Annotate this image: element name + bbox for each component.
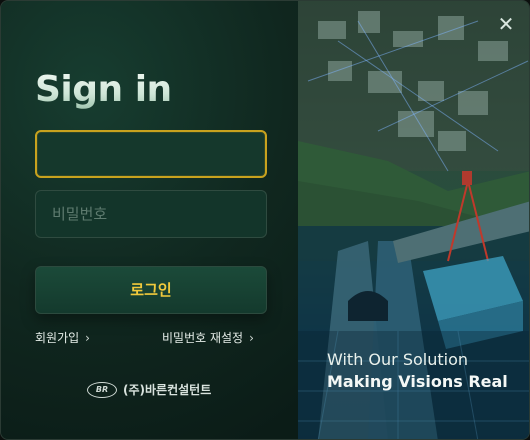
- company-brand: BR (주)바른컨설턴트: [87, 381, 211, 398]
- reset-password-link[interactable]: 비밀번호 재설정 ›: [162, 329, 254, 346]
- login-panel: Sign in 로그인 회원가입 › 비밀번호 재설정 › BR (주)바른컨설턴트: [1, 1, 298, 439]
- password-field[interactable]: [35, 190, 267, 238]
- login-window: Sign in 로그인 회원가입 › 비밀번호 재설정 › BR (주)바른컨설턴트: [0, 0, 530, 440]
- signup-link-label: 회원가입: [35, 331, 80, 345]
- signup-link[interactable]: 회원가입 ›: [35, 329, 90, 346]
- br-logo-icon: BR: [87, 381, 117, 398]
- close-icon[interactable]: ✕: [493, 11, 519, 37]
- id-field[interactable]: [35, 130, 267, 178]
- page-title: Sign in: [35, 69, 172, 110]
- login-button[interactable]: 로그인: [35, 266, 267, 314]
- hero-tagline-2: Making Visions Real: [327, 372, 508, 391]
- chevron-right-icon: ›: [249, 331, 254, 345]
- hero-tagline-1: With Our Solution: [327, 350, 468, 369]
- chevron-right-icon: ›: [85, 331, 90, 345]
- password-input[interactable]: [36, 191, 266, 237]
- reset-password-label: 비밀번호 재설정: [162, 331, 244, 345]
- id-input[interactable]: [37, 132, 265, 176]
- company-name: (주)바른컨설턴트: [123, 383, 212, 397]
- hero-image: ✕ With Our Solution Making Visions Real: [298, 1, 529, 439]
